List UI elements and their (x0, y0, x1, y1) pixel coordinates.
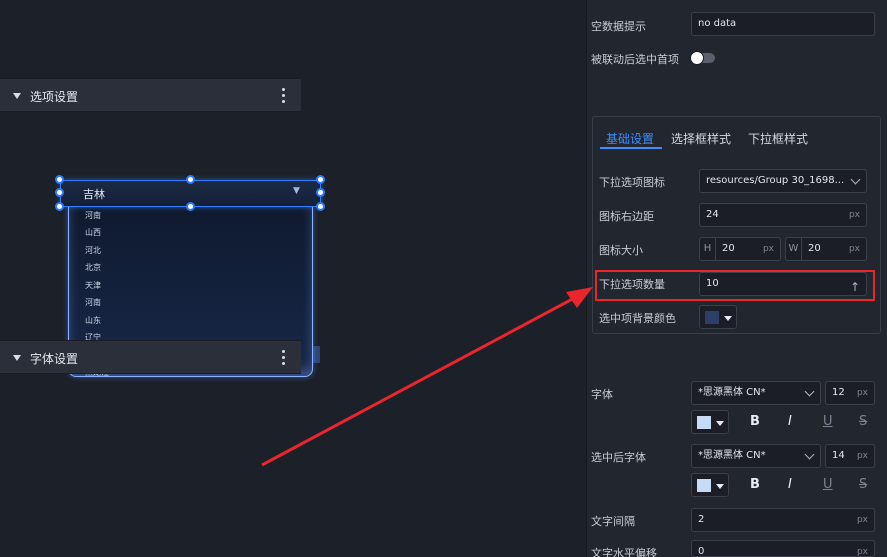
selected-font-size-input[interactable]: 14 px (825, 444, 875, 468)
tab-select-box-style[interactable]: 选择框样式 (671, 130, 731, 147)
active-tab-indicator (600, 147, 662, 149)
collapse-triangle-icon (13, 93, 21, 99)
strikethrough-button[interactable]: S (859, 414, 867, 429)
linked-select-toggle[interactable] (690, 51, 715, 65)
icon-margin-label: 图标右边距 (599, 210, 654, 223)
options-section-title: 选项设置 (30, 90, 79, 104)
underline-button[interactable]: U (823, 477, 833, 492)
caret-down-icon (724, 316, 732, 321)
letter-spacing-input[interactable]: 2 px (691, 508, 875, 532)
resize-handle-top-left[interactable] (55, 175, 64, 184)
underline-button[interactable]: U (823, 414, 833, 429)
tab-dropdown-style[interactable]: 下拉框样式 (748, 130, 808, 147)
dropdown-item[interactable]: 北京 (85, 262, 101, 273)
bold-button[interactable]: B (750, 477, 760, 492)
more-vertical-icon[interactable] (282, 88, 285, 104)
italic-button[interactable]: I (788, 477, 792, 492)
selected-font-color-picker[interactable] (691, 473, 729, 497)
tab-basic-settings[interactable]: 基础设置 (606, 130, 654, 147)
font-section-title: 字体设置 (30, 352, 79, 366)
chevron-down-icon (804, 386, 815, 397)
font-color-picker[interactable] (691, 410, 729, 434)
chevron-down-icon (850, 174, 861, 185)
color-swatch (705, 311, 719, 324)
icon-margin-input[interactable]: 24 px (699, 203, 867, 227)
dropdown-item[interactable]: 山东 (85, 315, 101, 326)
chevron-down-icon (804, 449, 815, 460)
dropdown-item[interactable]: 河南 (85, 297, 101, 308)
icon-select[interactable]: resources/Group 30_1698... (699, 169, 867, 193)
icon-height-input[interactable]: H 20 px (699, 237, 781, 261)
selected-bg-color-picker[interactable] (699, 305, 737, 329)
selected-bg-label: 选中项背景颜色 (599, 312, 676, 325)
italic-button[interactable]: I (788, 414, 792, 429)
color-swatch (697, 416, 711, 429)
caret-down-icon: ▼ (293, 186, 300, 196)
resize-handle-left[interactable] (55, 188, 64, 197)
icon-width-input[interactable]: W 20 px (785, 237, 867, 261)
collapse-triangle-icon (13, 355, 21, 361)
options-section-header[interactable]: 选项设置 (0, 78, 301, 112)
color-swatch (697, 479, 711, 492)
selected-font-family-select[interactable]: *思源黑体 CN* (691, 444, 821, 468)
letter-spacing-label: 文字间隔 (591, 515, 635, 528)
icon-label: 下拉选项图标 (599, 176, 665, 189)
resize-handle-top[interactable] (186, 175, 195, 184)
resize-handle-bottom[interactable] (186, 202, 195, 211)
icon-size-label: 图标大小 (599, 244, 643, 257)
resize-handle-bottom-left[interactable] (55, 202, 64, 211)
dropdown-item[interactable]: 天津 (85, 280, 101, 291)
linked-select-label: 被联动后选中首项 (591, 53, 679, 66)
resize-handle-top-right[interactable] (316, 175, 325, 184)
annotation-highlight-box (595, 270, 875, 301)
resize-handle-right[interactable] (316, 188, 325, 197)
font-label: 字体 (591, 388, 613, 401)
caret-down-icon (716, 484, 724, 489)
selected-font-label: 选中后字体 (591, 451, 646, 464)
empty-hint-input[interactable]: no data (691, 12, 875, 36)
bold-button[interactable]: B (750, 414, 760, 429)
font-size-input[interactable]: 12 px (825, 381, 875, 405)
font-section-header[interactable]: 字体设置 (0, 340, 301, 374)
dropdown-item[interactable]: 山西 (85, 227, 101, 238)
select-widget-value: 吉林 (83, 188, 105, 201)
strikethrough-button[interactable]: S (859, 477, 867, 492)
more-vertical-icon[interactable] (282, 350, 285, 366)
caret-down-icon (716, 421, 724, 426)
empty-hint-label: 空数据提示 (591, 20, 646, 33)
resize-handle-bottom-right[interactable] (316, 202, 325, 211)
font-family-select[interactable]: *思源黑体 CN* (691, 381, 821, 405)
dropdown-item[interactable]: 河南 (85, 210, 101, 221)
text-offset-input[interactable]: 0 px (691, 540, 875, 557)
text-offset-label: 文字水平偏移 (591, 547, 657, 557)
dropdown-item[interactable]: 河北 (85, 245, 101, 256)
